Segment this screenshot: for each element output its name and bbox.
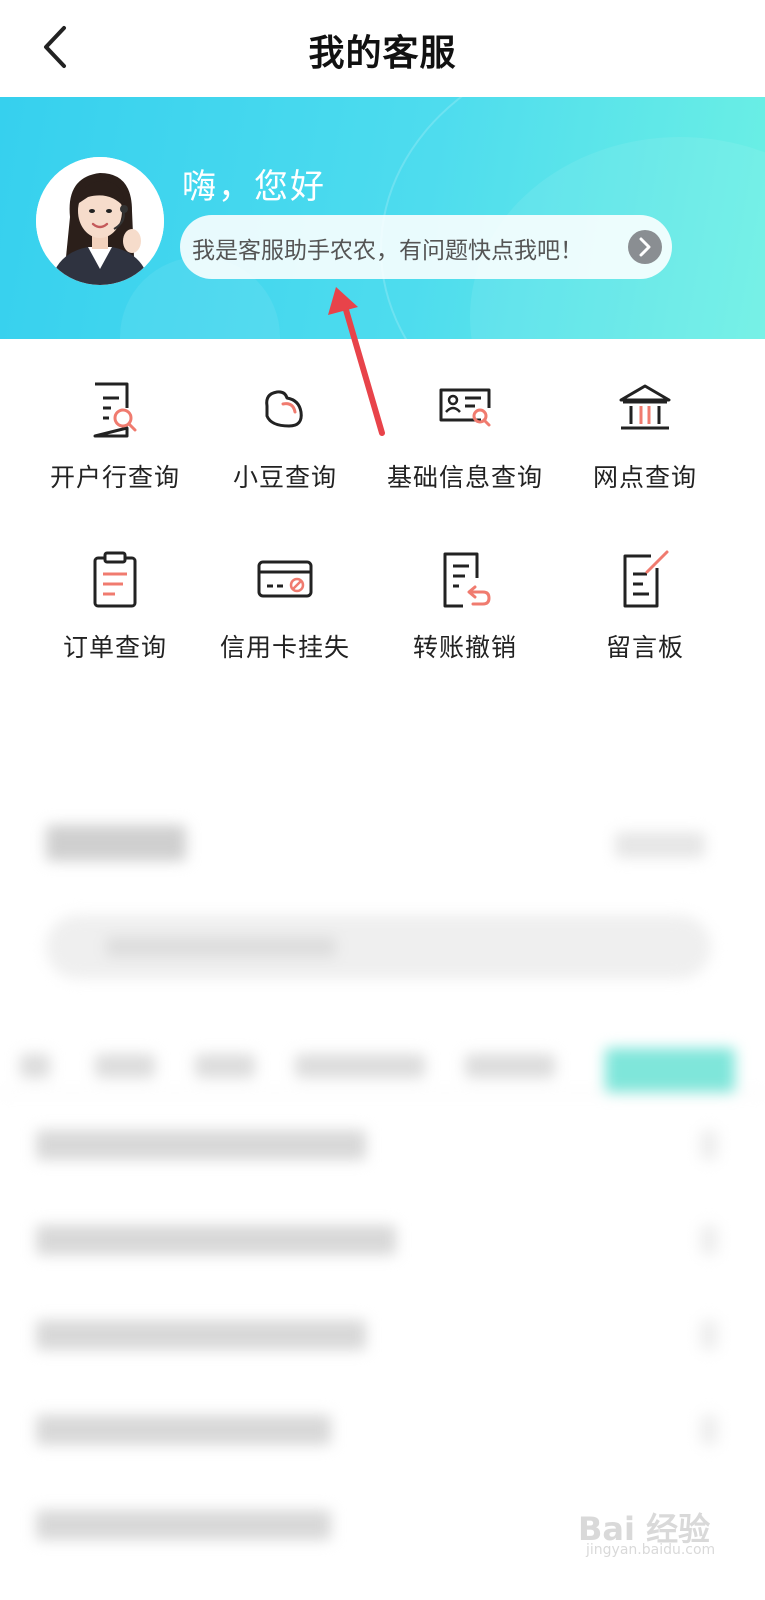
chevron-right-circle-icon	[628, 230, 662, 264]
assistant-entry-button[interactable]: 我是客服助手农农，有问题快点我吧！	[180, 215, 672, 279]
service-label: 基础信息查询	[386, 463, 543, 492]
annotation-arrow	[320, 285, 400, 445]
service-item[interactable]: 信用卡挂失	[190, 548, 380, 698]
service-label: 留言板	[605, 633, 684, 662]
blurred-section	[0, 800, 765, 1600]
watermark-logo: Bai 经验 jingyan.baidu.com	[578, 1482, 728, 1562]
note-pen-icon	[613, 548, 677, 612]
assistant-entry-label: 我是客服助手农农，有问题快点我吧！	[192, 238, 583, 264]
header-bar: 我的客服	[0, 0, 765, 97]
service-item[interactable]: 留言板	[550, 548, 740, 698]
service-item[interactable]: 开户行查询	[20, 378, 210, 528]
service-label: 小豆查询	[232, 463, 337, 492]
service-item[interactable]: 转账撤销	[370, 548, 560, 698]
service-label: 信用卡挂失	[219, 633, 350, 662]
id-card-search-icon	[433, 378, 497, 442]
bean-icon	[253, 378, 317, 442]
service-item[interactable]: 网点查询	[550, 378, 740, 528]
service-label: 网点查询	[592, 463, 697, 492]
card-blocked-icon	[253, 548, 317, 612]
clipboard-icon	[83, 548, 147, 612]
greeting-text: 嗨，您好	[182, 167, 326, 207]
doc-search-icon	[83, 378, 147, 442]
doc-undo-icon	[433, 548, 497, 612]
watermark-url: jingyan.baidu.com	[586, 1542, 716, 1558]
service-label: 订单查询	[62, 633, 167, 662]
service-item[interactable]: 订单查询	[20, 548, 210, 698]
service-label: 开户行查询	[49, 463, 180, 492]
service-label: 转账撤销	[412, 633, 517, 662]
assistant-avatar	[36, 157, 164, 285]
page-title: 我的客服	[308, 33, 457, 74]
bank-building-icon	[613, 378, 677, 442]
